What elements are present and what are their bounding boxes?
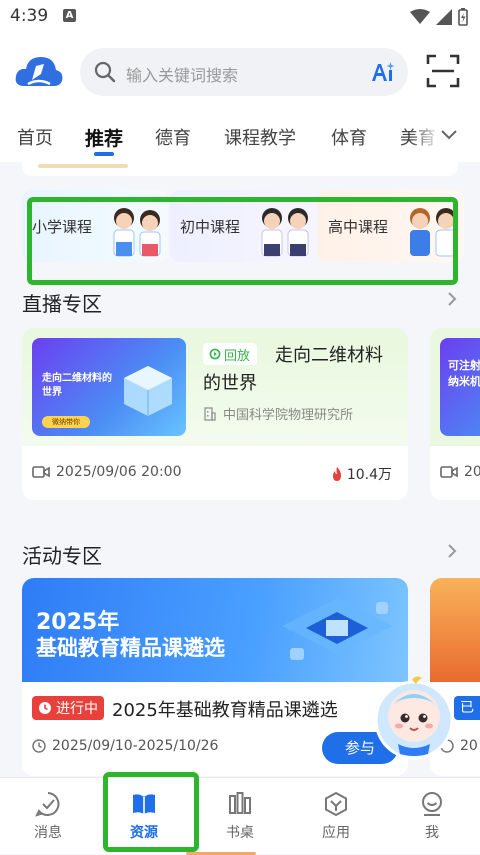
- nav-label: 书桌: [226, 825, 254, 841]
- chevron-down-icon[interactable]: [440, 126, 458, 144]
- nav-item-apps[interactable]: 应用: [296, 790, 376, 842]
- status-badge: 进行中: [32, 696, 104, 720]
- apps-icon: [325, 791, 347, 817]
- live-card[interactable]: 走向二维材料的世界 微纳带你 走向二维材料的世界 回放 中国科学院物理研究所 2…: [22, 328, 408, 500]
- battery-icon: [458, 8, 468, 26]
- app-logo-icon[interactable]: [14, 52, 64, 92]
- clock-icon: [39, 702, 51, 714]
- tab-moral-education[interactable]: 德育: [155, 124, 191, 150]
- system-icons: [410, 8, 468, 26]
- top-bar: 输入关键词搜索: [0, 34, 480, 110]
- search-placeholder: 输入关键词搜索: [126, 66, 239, 85]
- wifi-icon: [410, 9, 430, 24]
- nav-item-me[interactable]: 我: [392, 790, 472, 842]
- profile-icon: [422, 792, 442, 816]
- status-bar: 4:39 A: [0, 0, 480, 34]
- activity-name: 2025年基础教育精品课遴选: [112, 700, 338, 721]
- course-highlight-box: [27, 197, 458, 285]
- replay-icon: [209, 348, 221, 360]
- activity-banner-title: 基础教育精品课遴选: [36, 636, 225, 660]
- tab-course-teaching[interactable]: 课程教学: [224, 124, 296, 150]
- building-icon: [204, 406, 216, 421]
- nav-label: 应用: [322, 825, 350, 841]
- live-thumbnail: 走向二维材料的世界 微纳带你: [32, 338, 186, 436]
- live-views-label: 10.4万: [346, 467, 392, 483]
- flame-icon: [332, 467, 341, 481]
- activity-dates: 2025/09/10-2025/10/26: [32, 738, 218, 754]
- platform-illustration: [282, 598, 392, 660]
- live-next-thumbnail: 可注射纳米机: [440, 338, 480, 436]
- ai-search-icon[interactable]: [370, 61, 396, 83]
- activity-banner: 2025年 基础教育精品课遴选: [22, 578, 408, 682]
- notification-icon: A: [63, 9, 76, 22]
- active-tab-indicator: [94, 152, 114, 156]
- chevron-right-icon[interactable]: [446, 291, 458, 307]
- live-card-next[interactable]: 可注射纳米机 20: [430, 328, 480, 500]
- nav-item-desk[interactable]: 书桌: [200, 790, 280, 842]
- live-section-title: 直播专区: [22, 292, 102, 316]
- message-icon: [35, 792, 60, 817]
- bookshelf-icon: [229, 792, 251, 814]
- bottom-nav: 消息 资源 书桌 应用 我: [0, 777, 480, 855]
- live-datetime: 2025/09/06 20:00: [32, 464, 182, 480]
- chevron-right-icon[interactable]: [446, 543, 458, 559]
- live-org-label: 中国科学院物理研究所: [223, 408, 354, 423]
- nav-label: 我: [425, 825, 439, 841]
- live-thumbnail-title: 走向二维材料的世界: [42, 373, 112, 398]
- live-datetime-label: 2025/09/06 20:00: [56, 464, 182, 480]
- assistant-mascot-icon[interactable]: [372, 672, 456, 760]
- tab-recommend[interactable]: 推荐: [85, 124, 123, 151]
- tab-home[interactable]: 首页: [17, 124, 53, 150]
- scan-icon[interactable]: [426, 54, 460, 88]
- nav-item-messages[interactable]: 消息: [8, 790, 88, 842]
- activity-dates-label: 2025/09/10-2025/10/26: [52, 738, 219, 754]
- previous-card-edge: [22, 162, 458, 176]
- activity-card[interactable]: 2025年 基础教育精品课遴选 进行中 2025年基础教育精品课遴选 2025/…: [22, 578, 408, 776]
- status-time: 4:39: [10, 6, 49, 26]
- replay-label: 回放: [224, 348, 251, 364]
- status-badge: 已: [454, 696, 480, 720]
- activity-section-title: 活动专区: [22, 544, 102, 568]
- search-icon: [94, 61, 116, 83]
- live-next-datetime: 20: [440, 464, 480, 480]
- live-thumbnail-chip: 微纳带你: [42, 416, 90, 428]
- activity-next-banner: [430, 578, 480, 682]
- status-label: 进行中: [56, 701, 98, 717]
- live-org: 中国科学院物理研究所: [203, 404, 353, 423]
- tab-sports[interactable]: 体育: [331, 124, 367, 150]
- clock-icon: [32, 739, 46, 753]
- nav-label: 消息: [34, 825, 62, 841]
- video-icon: [440, 466, 458, 478]
- video-icon: [32, 466, 50, 478]
- live-next-title: 可注射纳米机: [448, 359, 480, 388]
- search-input[interactable]: 输入关键词搜索: [80, 48, 408, 96]
- signal-icon: [436, 9, 452, 25]
- live-views: 10.4万: [330, 464, 392, 484]
- category-tabs: 首页 推荐 德育 课程教学 体育 美育: [0, 110, 480, 162]
- replay-badge: 回放: [203, 343, 258, 365]
- cube-illustration: [124, 366, 172, 416]
- nav-highlight-box: [103, 772, 199, 852]
